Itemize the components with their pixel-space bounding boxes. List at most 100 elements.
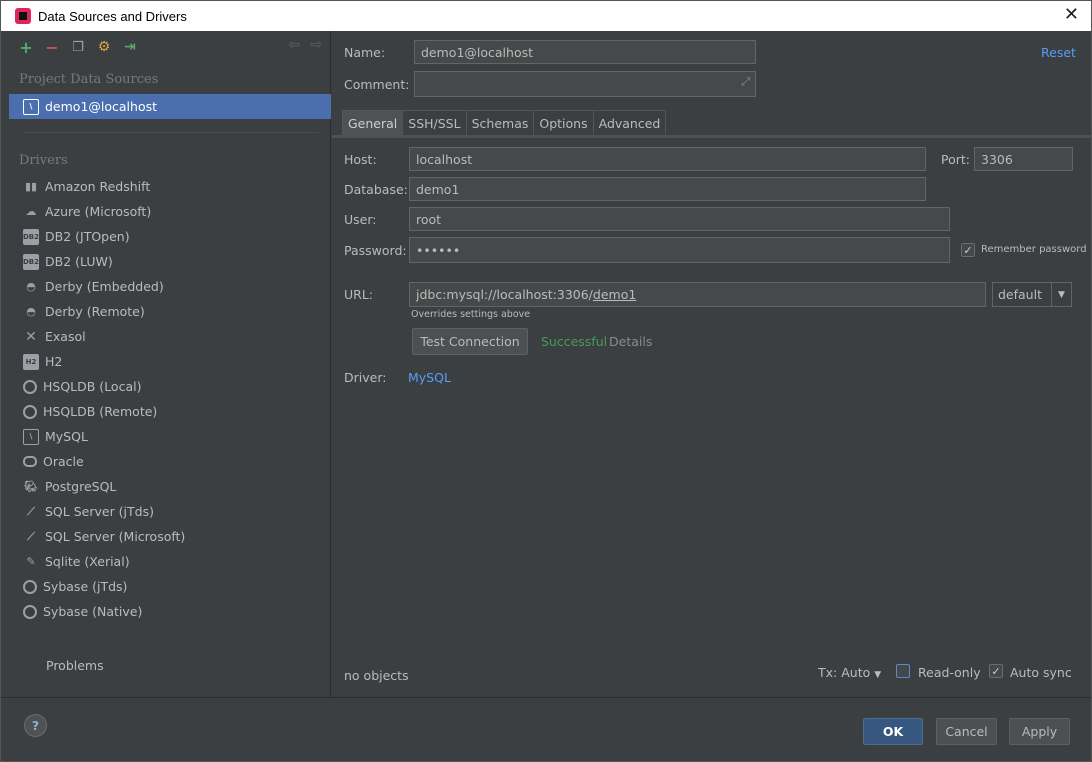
tab-schemas[interactable]: Schemas <box>465 110 535 135</box>
import-icon[interactable]: ⇥ <box>121 38 139 56</box>
url-mode-dropdown[interactable]: default ▼ <box>992 282 1072 307</box>
database-field[interactable]: demo1 <box>409 177 926 201</box>
objects-status: no objects <box>344 668 409 683</box>
driver-link[interactable]: MySQL <box>408 370 451 385</box>
name-label: Name: <box>344 45 386 60</box>
tab-general[interactable]: General <box>342 110 404 135</box>
add-icon[interactable]: + <box>17 38 35 57</box>
postgresql-icon: 🐘︎ <box>24 480 38 493</box>
comment-field[interactable]: ⤢ <box>414 71 756 97</box>
tab-underline <box>332 135 1091 138</box>
mysql-icon: \ <box>23 428 39 445</box>
driver-label: Sqlite (Xerial) <box>45 554 130 569</box>
derby-icon: ◓ <box>26 305 36 318</box>
driver-label: HSQLDB (Remote) <box>43 404 158 419</box>
driver-label: HSQLDB (Local) <box>43 379 142 394</box>
driver-item[interactable]: 🐘︎ PostgreSQL <box>9 474 331 499</box>
db2-icon: DB2 <box>23 228 39 245</box>
db2-icon: DB2 <box>23 253 39 270</box>
redshift-icon: ▮▮ <box>24 180 38 193</box>
expand-icon[interactable]: ⤢ <box>741 75 750 89</box>
driver-label: SQL Server (jTds) <box>45 504 154 519</box>
driver-settings-icon[interactable]: ⚙ <box>95 38 113 56</box>
password-label: Password: <box>344 243 407 258</box>
driver-label: Exasol <box>45 329 86 344</box>
sybase-icon <box>23 579 37 594</box>
remove-icon[interactable]: − <box>43 38 61 57</box>
derby-icon: ◓ <box>26 280 36 293</box>
driver-item[interactable]: DB2 DB2 (JTOpen) <box>9 224 331 249</box>
driver-item[interactable]: Oracle <box>9 449 331 474</box>
reset-link[interactable]: Reset <box>1041 45 1076 60</box>
sqlserver-icon: ⟋ <box>27 504 35 518</box>
driver-item[interactable]: ✕ Exasol <box>9 324 331 349</box>
test-connection-button[interactable]: Test Connection <box>412 328 528 355</box>
data-source-label: demo1@localhost <box>45 99 158 114</box>
driver-item[interactable]: ⟋ SQL Server (Microsoft) <box>9 524 331 549</box>
host-label: Host: <box>344 152 377 167</box>
oracle-icon <box>23 456 37 467</box>
sqlserver-icon: ⟋ <box>27 529 35 543</box>
driver-item[interactable]: H2 H2 <box>9 349 331 374</box>
driver-item[interactable]: ✎ Sqlite (Xerial) <box>9 549 331 574</box>
url-field[interactable]: jdbc:mysql://localhost:3306/demo1 <box>409 282 986 307</box>
comment-label: Comment: <box>344 77 410 92</box>
ok-button[interactable]: OK <box>863 718 923 745</box>
remember-password-checkbox[interactable]: ✓ <box>961 243 975 257</box>
driver-item[interactable]: DB2 DB2 (LUW) <box>9 249 331 274</box>
cancel-button[interactable]: Cancel <box>936 718 997 745</box>
apply-button[interactable]: Apply <box>1009 718 1070 745</box>
driver-item[interactable]: Sybase (Native) <box>9 599 331 624</box>
tx-mode-dropdown[interactable]: Tx: Auto ▼ <box>818 665 881 680</box>
driver-label: Sybase (jTds) <box>43 579 128 594</box>
dialog-button-bar: ? OK Cancel Apply <box>1 697 1091 761</box>
chevron-down-icon: ▼ <box>874 670 882 680</box>
tab-ssh-ssl[interactable]: SSH/SSL <box>402 110 467 135</box>
password-field[interactable]: •••••• <box>409 237 950 263</box>
tx-mode-label: Tx: Auto <box>818 665 871 680</box>
settings-tabs: General SSH/SSL Schemas Options Advanced <box>342 110 667 135</box>
driver-label: Derby (Remote) <box>45 304 145 319</box>
duplicate-icon[interactable]: ❐ <box>69 38 87 56</box>
driver-item[interactable]: ⟋ SQL Server (jTds) <box>9 499 331 524</box>
host-field[interactable]: localhost <box>409 147 926 171</box>
forward-arrow-icon[interactable]: ⇨ <box>310 37 322 53</box>
driver-item[interactable]: \ MySQL <box>9 424 331 449</box>
url-database: demo1 <box>592 287 637 302</box>
driver-item[interactable]: HSQLDB (Remote) <box>9 399 331 424</box>
mysql-icon: \ <box>23 98 39 115</box>
data-source-item-demo1[interactable]: \ demo1@localhost <box>9 94 331 119</box>
readonly-checkbox[interactable] <box>896 664 910 678</box>
intellij-app-icon <box>15 8 31 24</box>
port-field[interactable]: 3306 <box>974 147 1073 171</box>
driver-item[interactable]: ▮▮ Amazon Redshift <box>9 174 331 199</box>
driver-label: Sybase (Native) <box>43 604 143 619</box>
right-pane: Name: demo1@localhost Reset Comment: ⤢ G… <box>332 31 1091 697</box>
title-bar: Data Sources and Drivers ✕ <box>1 1 1091 31</box>
driver-item[interactable]: ◓ Derby (Remote) <box>9 299 331 324</box>
nav-arrows: ⇦ ⇨ <box>289 37 322 53</box>
driver-item[interactable]: HSQLDB (Local) <box>9 374 331 399</box>
driver-item[interactable]: Sybase (jTds) <box>9 574 331 599</box>
sybase-icon <box>23 604 37 619</box>
tab-advanced[interactable]: Advanced <box>592 110 667 135</box>
autosync-checkbox[interactable]: ✓ <box>989 664 1003 678</box>
drivers-list: ▮▮ Amazon Redshift ☁ Azure (Microsoft) DB2… <box>9 174 331 624</box>
driver-item[interactable]: ◓ Derby (Embedded) <box>9 274 331 299</box>
problems-item[interactable]: Problems <box>46 658 104 673</box>
details-link[interactable]: Details <box>609 334 652 349</box>
hsqldb-icon <box>23 379 37 394</box>
overrides-note: Overrides settings above <box>411 309 531 320</box>
help-icon[interactable]: ? <box>24 714 47 737</box>
name-field[interactable]: demo1@localhost <box>414 40 756 64</box>
driver-label: H2 <box>45 354 63 369</box>
driver-item[interactable]: ☁ Azure (Microsoft) <box>9 199 331 224</box>
back-arrow-icon[interactable]: ⇦ <box>289 37 301 53</box>
exasol-icon: ✕ <box>25 328 37 345</box>
user-field[interactable]: root <box>409 207 950 231</box>
readonly-label: Read-only <box>918 665 981 680</box>
close-icon[interactable]: ✕ <box>1064 5 1079 25</box>
project-data-sources-heading: Project Data Sources <box>19 72 159 87</box>
tab-options[interactable]: Options <box>533 110 594 135</box>
divider <box>23 132 319 133</box>
